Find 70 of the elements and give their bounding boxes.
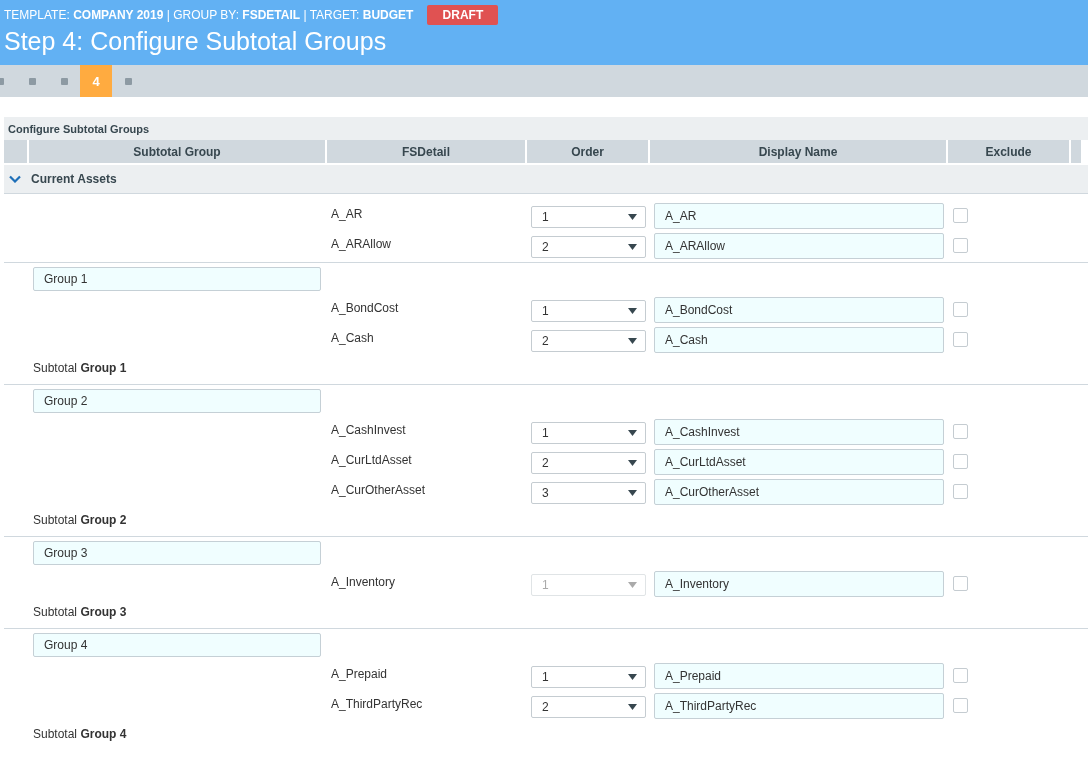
fsdetail-text: A_CashInvest	[330, 422, 407, 437]
column-header[interactable]: Subtotal Group	[29, 140, 325, 163]
column-header[interactable]: Order	[527, 140, 648, 163]
display-name-field[interactable]: A_CurLtdAsset	[654, 449, 944, 475]
caret-icon	[628, 704, 637, 710]
section-title: Current Assets	[31, 172, 117, 186]
display-name-field[interactable]: A_Inventory	[654, 571, 944, 597]
exclude-checkbox[interactable]	[953, 667, 968, 683]
subtotal-label: Subtotal Group 3	[32, 604, 128, 621]
exclude-checkbox[interactable]	[953, 331, 968, 347]
caret-icon	[628, 460, 637, 466]
fsdetail-text: A_Inventory	[330, 574, 397, 589]
fsdetail-text: A_CurOtherAsset	[330, 482, 427, 497]
header-cell	[1071, 140, 1081, 163]
order-dropdown[interactable]: 1	[531, 206, 646, 228]
caret-icon	[628, 214, 637, 220]
subtotal-label: Subtotal Group 2	[32, 512, 128, 529]
caret-icon	[628, 490, 637, 496]
fsdetail-text: A_ThirdPartyRec	[330, 696, 424, 711]
exclude-checkbox[interactable]	[953, 483, 968, 499]
group-name-field[interactable]: Group 3	[33, 541, 321, 565]
order-dropdown[interactable]: 2	[531, 452, 646, 474]
page-title: Step 4: Configure Subtotal Groups	[4, 27, 388, 56]
display-name-field[interactable]: A_Prepaid	[654, 663, 944, 689]
fsdetail-text: A_CurLtdAsset	[330, 452, 413, 467]
column-header[interactable]: Display Name	[650, 140, 946, 163]
caret-icon	[628, 430, 637, 436]
order-dropdown[interactable]: 2	[531, 236, 646, 258]
display-name-field[interactable]: A_AR	[654, 203, 944, 229]
display-name-field[interactable]: A_CashInvest	[654, 419, 944, 445]
caret-icon	[628, 244, 637, 250]
column-header[interactable]: FSDetail	[327, 140, 525, 163]
exclude-checkbox[interactable]	[953, 697, 968, 713]
caret-icon	[628, 674, 637, 680]
exclude-checkbox[interactable]	[953, 423, 968, 439]
exclude-checkbox[interactable]	[953, 301, 968, 317]
exclude-checkbox[interactable]	[953, 207, 968, 223]
fsdetail-text: A_AR	[330, 206, 364, 221]
caret-icon	[628, 582, 637, 588]
display-name-field[interactable]: A_ThirdPartyRec	[654, 693, 944, 719]
caret-icon	[628, 308, 637, 314]
order-dropdown[interactable]: 1	[531, 300, 646, 322]
order-dropdown[interactable]: 2	[531, 696, 646, 718]
exclude-checkbox[interactable]	[953, 453, 968, 469]
exclude-checkbox[interactable]	[953, 575, 968, 591]
status-badge: DRAFT	[427, 5, 499, 25]
exclude-checkbox[interactable]	[953, 237, 968, 253]
template-info: TEMPLATE: COMPANY 2019 | GROUP BY: FSDETAIL | TARGET: BUDGET	[4, 8, 414, 22]
header-cell	[4, 140, 27, 163]
subtotal-label: Subtotal Group 1	[32, 360, 128, 377]
group-name-field[interactable]: Group 1	[33, 267, 321, 291]
display-name-field[interactable]: A_CurOtherAsset	[654, 479, 944, 505]
display-name-field[interactable]: A_ARAllow	[654, 233, 944, 259]
order-dropdown[interactable]: 1	[531, 422, 646, 444]
display-name-field[interactable]: A_BondCost	[654, 297, 944, 323]
fsdetail-text: A_ARAllow	[330, 236, 393, 251]
order-dropdown[interactable]: 1	[531, 666, 646, 688]
order-dropdown[interactable]: 2	[531, 330, 646, 352]
chevron-down-icon[interactable]	[9, 175, 21, 183]
group-name-field[interactable]: Group 2	[33, 389, 321, 413]
order-dropdown[interactable]: 3	[531, 482, 646, 504]
group-name-field[interactable]: Group 4	[33, 633, 321, 657]
panel-title: Configure Subtotal Groups	[4, 117, 1088, 140]
caret-icon	[628, 338, 637, 344]
column-header[interactable]: Exclude	[948, 140, 1069, 163]
fsdetail-text: A_BondCost	[330, 300, 400, 315]
fsdetail-text: A_Prepaid	[330, 666, 389, 681]
subtotal-label: Subtotal Group 4	[32, 726, 128, 743]
fsdetail-text: A_Cash	[330, 330, 375, 345]
display-name-field[interactable]: A_Cash	[654, 327, 944, 353]
